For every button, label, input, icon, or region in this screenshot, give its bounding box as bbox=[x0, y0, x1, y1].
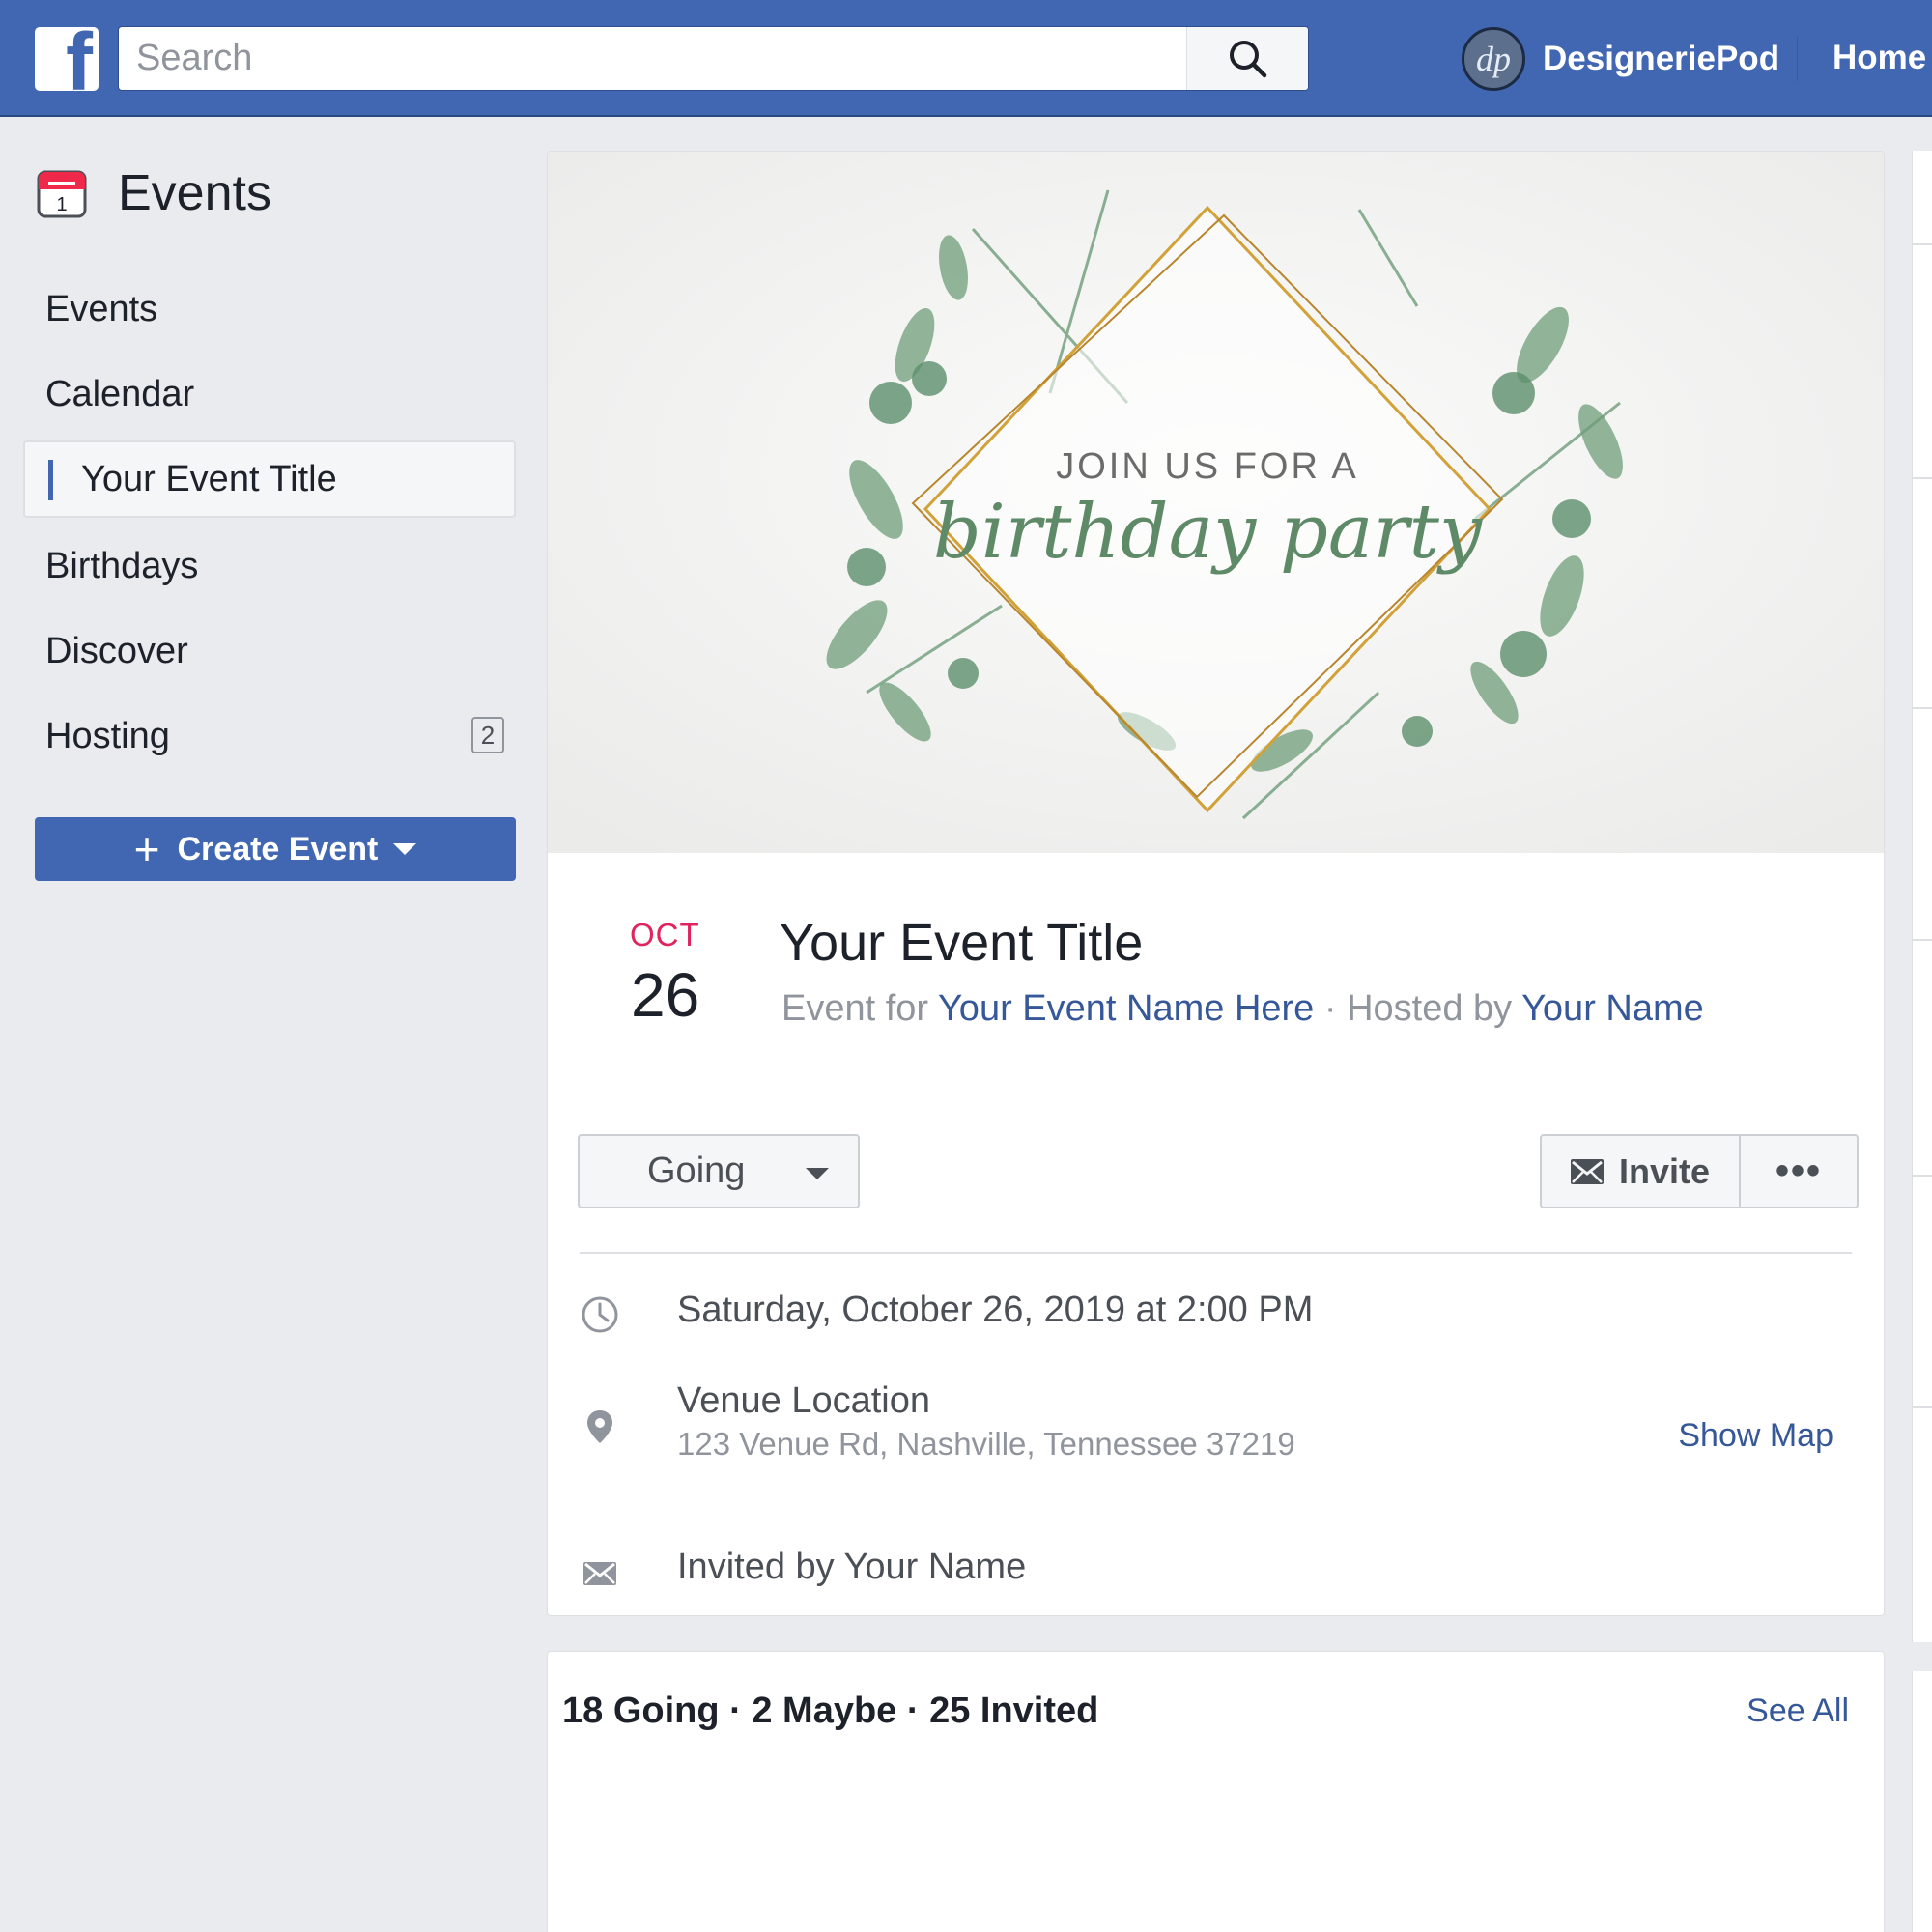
more-options-button[interactable]: ••• bbox=[1741, 1136, 1857, 1207]
show-map-link[interactable]: Show Map bbox=[1678, 1417, 1833, 1455]
sidebar-item-your-event-title[interactable]: Your Event Title bbox=[23, 440, 516, 518]
sidebar-item-discover[interactable]: Discover bbox=[23, 612, 516, 690]
hosting-count-badge: 2 bbox=[471, 717, 504, 753]
sidebar-item-calendar[interactable]: Calendar bbox=[23, 355, 516, 433]
sidebar-item-label: Calendar bbox=[45, 373, 195, 414]
map-pin-icon bbox=[587, 1410, 612, 1443]
right-column-card bbox=[1912, 151, 1932, 1642]
event-card: JOIN US FOR A birthday party OCT 26 Your… bbox=[547, 151, 1885, 1616]
clock-icon bbox=[582, 1296, 618, 1333]
chevron-down-icon bbox=[393, 843, 417, 855]
search-button[interactable] bbox=[1186, 27, 1308, 90]
invite-button[interactable]: Invite bbox=[1542, 1136, 1741, 1207]
event-time-row: Saturday, October 26, 2019 at 2:00 PM bbox=[581, 1290, 1313, 1334]
envelope-icon bbox=[583, 1562, 616, 1585]
avatar: dp bbox=[1462, 27, 1525, 91]
going-label: Going bbox=[647, 1151, 746, 1191]
event-date-day: 26 bbox=[631, 960, 700, 1030]
invited-by-row: Invited by Your Name bbox=[581, 1547, 1026, 1593]
sidebar-item-label: Your Event Title bbox=[81, 458, 337, 499]
meta-separator: · bbox=[1323, 988, 1337, 1029]
event-datetime: Saturday, October 26, 2019 at 2:00 PM bbox=[677, 1290, 1314, 1330]
venue-name[interactable]: Venue Location bbox=[677, 1380, 1295, 1422]
top-navigation-bar: f dp DesigneriePod Home bbox=[0, 0, 1932, 117]
sidebar-item-label: Birthdays bbox=[45, 545, 199, 586]
event-for-prefix: Event for bbox=[781, 988, 929, 1029]
create-event-button[interactable]: + Create Event bbox=[35, 817, 516, 881]
plus-icon: + bbox=[133, 824, 160, 874]
hosted-by-prefix: Hosted by bbox=[1347, 988, 1513, 1029]
going-dropdown-button[interactable]: Going bbox=[578, 1134, 860, 1208]
search-input[interactable] bbox=[119, 27, 1186, 90]
sidebar-item-label: Events bbox=[45, 288, 158, 329]
venue-address: 123 Venue Rd, Nashville, Tennessee 37219 bbox=[677, 1426, 1295, 1462]
sidebar-item-events[interactable]: Events bbox=[23, 270, 516, 348]
sidebar-title: Events bbox=[118, 165, 271, 221]
section-divider bbox=[580, 1252, 1852, 1254]
guest-counts[interactable]: 18 Going · 2 Maybe · 25 Invited bbox=[562, 1690, 1098, 1732]
svg-text:1: 1 bbox=[56, 194, 67, 215]
invite-label: Invite bbox=[1618, 1151, 1711, 1191]
cover-subtitle-text: JOIN US FOR A bbox=[1056, 446, 1358, 487]
event-date-month: OCT bbox=[630, 917, 700, 952]
sidebar-item-hosting[interactable]: Hosting 2 bbox=[23, 697, 516, 775]
sidebar-item-birthdays[interactable]: Birthdays bbox=[23, 527, 516, 605]
event-meta: Event for Your Event Name Here · Hosted … bbox=[781, 988, 1704, 1030]
guest-list-card: 18 Going · 2 Maybe · 25 Invited See All bbox=[547, 1651, 1885, 1932]
calendar-icon: 1 bbox=[37, 170, 87, 218]
facebook-logo-icon[interactable]: f bbox=[35, 27, 99, 91]
search-icon bbox=[1229, 40, 1266, 77]
venue-info: Venue Location 123 Venue Rd, Nashville, … bbox=[677, 1380, 1295, 1463]
invite-button-group: Invite ••• bbox=[1540, 1134, 1859, 1208]
profile-link[interactable]: dp DesigneriePod bbox=[1462, 26, 1779, 92]
sidebar-item-label: Discover bbox=[45, 630, 188, 671]
event-location-row: Venue Location 123 Venue Rd, Nashville, … bbox=[581, 1380, 1295, 1462]
event-title: Your Event Title bbox=[780, 914, 1144, 972]
create-event-label: Create Event bbox=[177, 830, 379, 867]
see-all-link[interactable]: See All bbox=[1747, 1692, 1849, 1730]
envelope-icon bbox=[1570, 1158, 1604, 1184]
home-link[interactable]: Home bbox=[1833, 39, 1926, 77]
event-for-link[interactable]: Your Event Name Here bbox=[938, 988, 1314, 1029]
cover-title-text: birthday party bbox=[933, 489, 1483, 576]
invited-by-text: Invited by Your Name bbox=[677, 1547, 1027, 1587]
host-link[interactable]: Your Name bbox=[1521, 988, 1704, 1029]
sidebar-header: 1 Events bbox=[37, 164, 271, 222]
right-column-card bbox=[1912, 1671, 1932, 1932]
chevron-down-icon bbox=[806, 1168, 829, 1179]
nav-divider bbox=[1797, 37, 1798, 81]
search-box bbox=[118, 26, 1309, 91]
event-cover-photo[interactable]: JOIN US FOR A birthday party bbox=[548, 152, 1884, 853]
sidebar-item-label: Hosting bbox=[45, 715, 170, 756]
profile-name: DesigneriePod bbox=[1543, 40, 1780, 77]
